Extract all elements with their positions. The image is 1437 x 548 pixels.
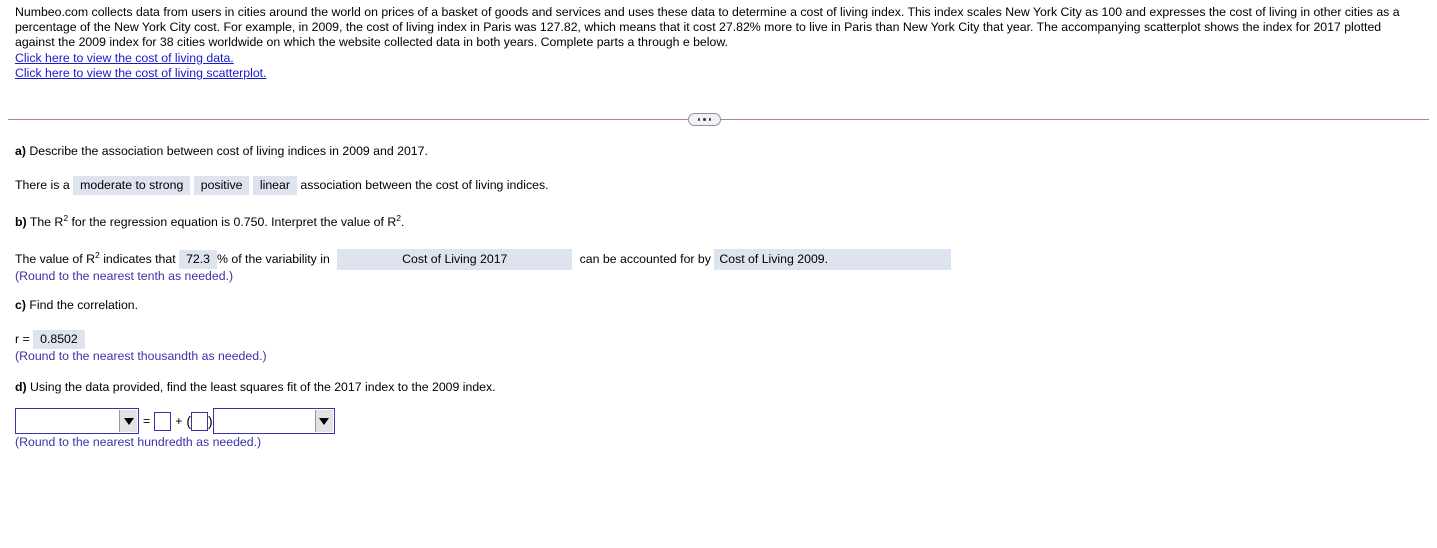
part-b-question-text-mid: for the regression equation is	[71, 215, 231, 229]
part-a-label: a)	[15, 144, 26, 158]
ellipsis-dot-icon	[697, 118, 701, 121]
part-b-percent-sign: %	[217, 252, 228, 266]
part-d-plus-sign: +	[175, 414, 183, 428]
part-d-response-variable-select[interactable]	[15, 408, 139, 434]
ellipsis-dot-icon	[708, 118, 712, 121]
part-b-answer-row: The value of R2 indicates that 72.3% of …	[15, 249, 952, 270]
part-d-slope-input[interactable]	[191, 411, 209, 431]
part-c-question-text: Find the correlation.	[29, 298, 139, 312]
part-b-label: b)	[15, 215, 27, 229]
part-b-r-squared-value: 0.750	[233, 215, 265, 229]
part-a-strength-select[interactable]: moderate to strong	[73, 176, 191, 195]
part-c-rounding-hint: (Round to the nearest thousandth as need…	[15, 349, 267, 363]
r-squared-exponent: 2	[63, 212, 69, 223]
ellipsis-dot-icon	[703, 118, 706, 121]
part-a-form-select[interactable]: linear	[252, 176, 297, 195]
part-c-prompt: c) Find the correlation.	[15, 298, 138, 313]
part-d-label: d)	[15, 380, 27, 394]
view-cost-of-living-scatterplot-link[interactable]: Click here to view the cost of living sc…	[15, 66, 267, 81]
part-d-question-text: Using the data provided, find the least …	[30, 380, 496, 394]
part-a-prompt: a) Describe the association between cost…	[15, 144, 428, 159]
part-b-response-variable-select[interactable]: Cost of Living 2017	[337, 249, 573, 270]
part-c-r-label: r =	[15, 332, 30, 346]
part-b-accounted-text: can be accounted for by	[579, 252, 711, 266]
part-b-predictor-variable-select[interactable]: Cost of Living 2009.	[714, 249, 952, 270]
part-b-rounding-hint: (Round to the nearest tenth as needed.)	[15, 269, 234, 283]
part-d-equation-controls: = + ( )	[15, 408, 335, 434]
part-b-question-text-start: The R	[29, 215, 64, 229]
part-a-sentence-end: association between the cost of living i…	[300, 178, 549, 192]
part-b-prompt: b) The R2 for the regression equation is…	[15, 212, 405, 230]
chevron-down-icon[interactable]	[314, 410, 333, 432]
part-d-intercept-input[interactable]	[154, 411, 172, 431]
part-a-question-text: Describe the association between cost of…	[29, 144, 428, 158]
r-squared-exponent: 2	[94, 249, 100, 260]
part-b-percent-input[interactable]: 72.3	[179, 250, 218, 269]
part-c-label: c)	[15, 298, 26, 312]
part-c-answer-row: r = 0.8502	[15, 330, 85, 349]
view-cost-of-living-data-link[interactable]: Click here to view the cost of living da…	[15, 51, 234, 66]
part-c-correlation-input[interactable]: 0.8502	[33, 330, 85, 349]
part-d-equals-sign: =	[143, 414, 151, 428]
chevron-down-icon[interactable]	[119, 410, 137, 432]
exercise-page: Numbeo.com collects data from users in c…	[0, 0, 1437, 548]
part-b-variability-text: of the variability in	[231, 252, 330, 266]
part-a-direction-select[interactable]: positive	[193, 176, 250, 195]
part-d-predictor-variable-select[interactable]	[212, 408, 335, 434]
part-b-question-text-end: . Interpret the value of R	[264, 215, 397, 229]
problem-paragraph: Numbeo.com collects data from users in c…	[15, 5, 1400, 50]
part-b-answer-start: The value of R	[15, 252, 95, 266]
part-b-question-period: .	[401, 215, 405, 229]
problem-statement: Numbeo.com collects data from users in c…	[15, 5, 1421, 81]
part-d-rounding-hint: (Round to the nearest hundredth as neede…	[15, 435, 262, 449]
expand-ellipsis-button[interactable]	[688, 113, 721, 126]
part-b-answer-mid: indicates that	[103, 252, 176, 266]
part-a-answer-row: There is a moderate to strong positive l…	[15, 176, 549, 195]
part-a-sentence-start: There is a	[15, 178, 70, 192]
resource-links: Click here to view the cost of living da…	[15, 51, 1421, 82]
section-divider	[0, 113, 1437, 127]
part-d-prompt: d) Using the data provided, find the lea…	[15, 380, 496, 395]
